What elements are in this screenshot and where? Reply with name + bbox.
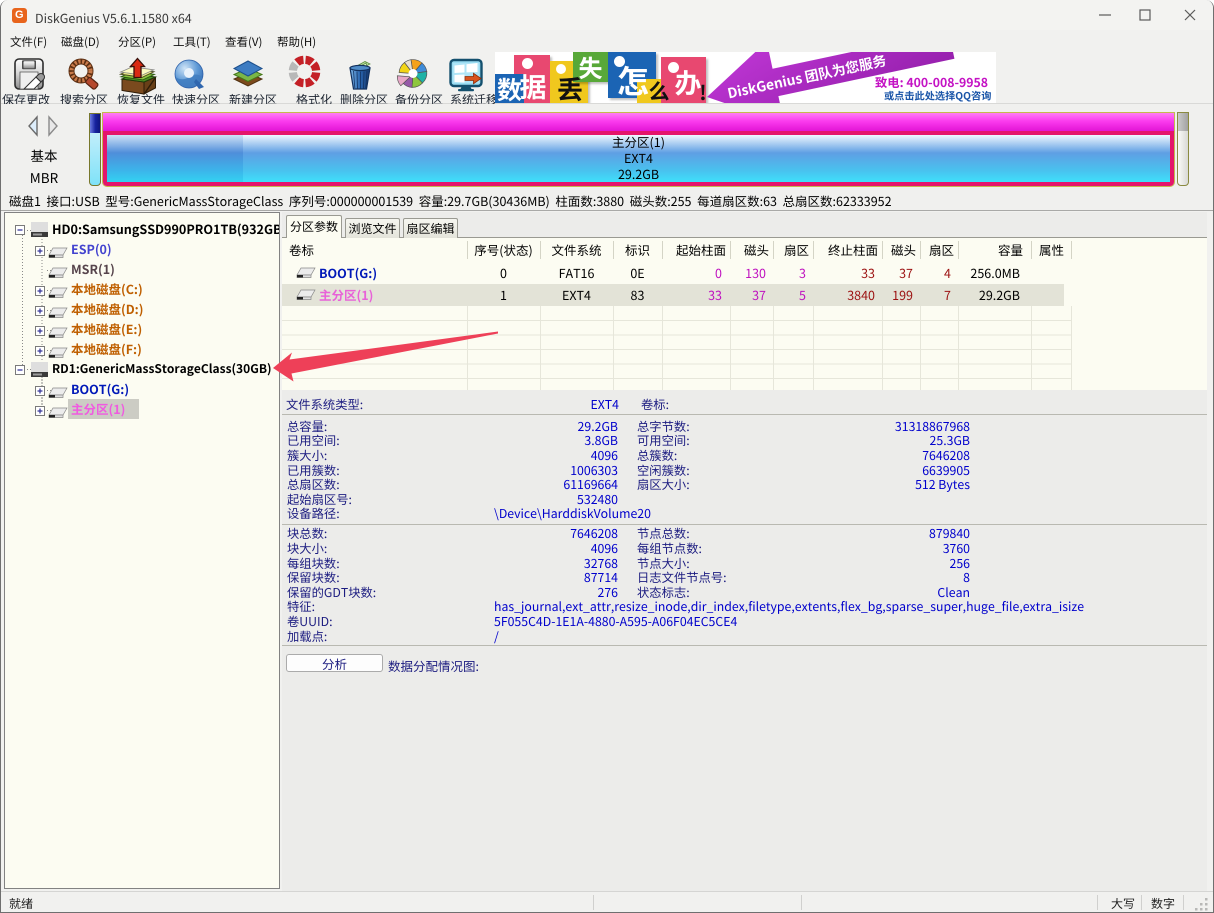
svg-text:或点击此处选择QQ咨询: 或点击此处选择QQ咨询 <box>884 88 991 103</box>
